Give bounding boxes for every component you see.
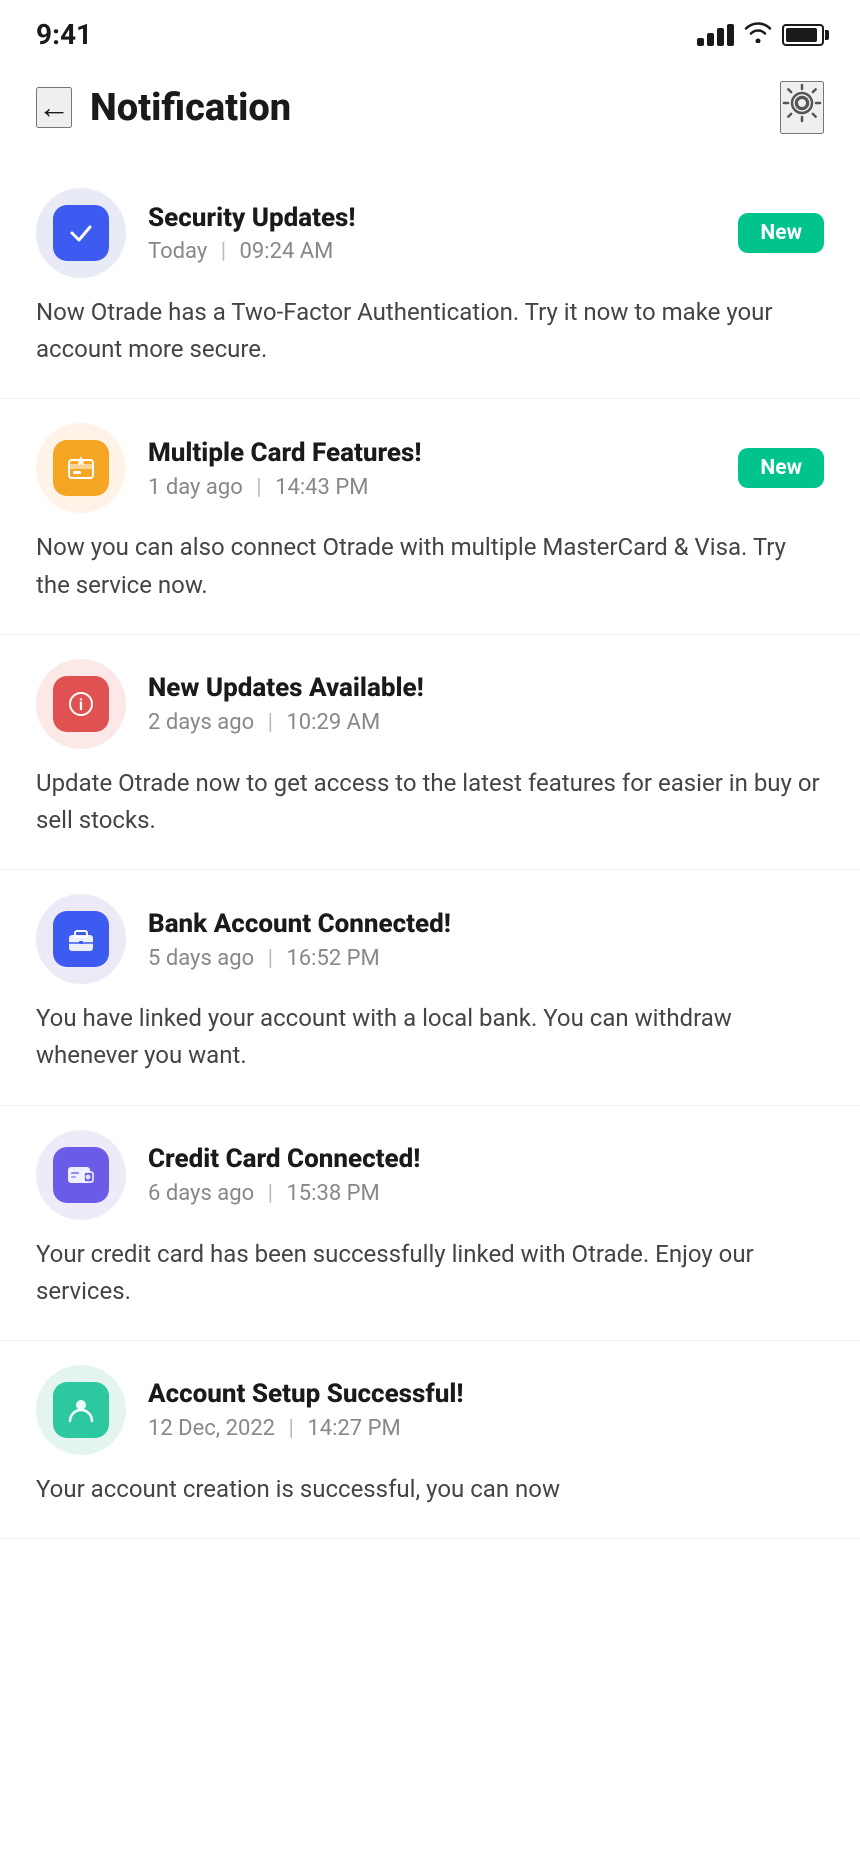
star-icon [53, 440, 109, 496]
notification-title: Credit Card Connected! [148, 1143, 420, 1177]
notification-time: Today | 09:24 AM [148, 239, 356, 264]
notification-icon-wrap [36, 1130, 126, 1220]
info-icon: i [53, 676, 109, 732]
notification-body: Now you can also connect Otrade with mul… [36, 529, 824, 603]
notification-icon-wrap [36, 423, 126, 513]
status-time: 9:41 [36, 18, 92, 51]
settings-button[interactable] [780, 81, 824, 134]
wallet-icon [53, 1147, 109, 1203]
battery-icon [782, 24, 824, 46]
header: ← Notification [0, 61, 860, 154]
notification-item[interactable]: Multiple Card Features! 1 day ago | 14:4… [0, 399, 860, 634]
notification-item[interactable]: Security Updates! Today | 09:24 AM New N… [0, 164, 860, 399]
notification-icon-wrap [36, 188, 126, 278]
notification-body: Your credit card has been successfully l… [36, 1236, 824, 1310]
notification-item[interactable]: Credit Card Connected! 6 days ago | 15:3… [0, 1106, 860, 1341]
notification-header: Credit Card Connected! 6 days ago | 15:3… [36, 1130, 824, 1220]
notification-item[interactable]: i New Updates Available! 2 days ago | 10… [0, 635, 860, 870]
notification-body: You have linked your account with a loca… [36, 1000, 824, 1074]
notification-item[interactable]: Account Setup Successful! 12 Dec, 2022 |… [0, 1341, 860, 1539]
notification-item[interactable]: Bank Account Connected! 5 days ago | 16:… [0, 870, 860, 1105]
wifi-icon [744, 21, 772, 49]
notification-header: Multiple Card Features! 1 day ago | 14:4… [36, 423, 824, 513]
header-left: ← Notification [36, 86, 291, 130]
back-button[interactable]: ← [36, 87, 72, 128]
status-icons [697, 21, 824, 49]
notification-time: 5 days ago | 16:52 PM [148, 946, 451, 971]
notification-header: Account Setup Successful! 12 Dec, 2022 |… [36, 1365, 824, 1455]
new-badge: New [738, 213, 824, 253]
user-icon [53, 1382, 109, 1438]
notification-icon-wrap [36, 894, 126, 984]
new-badge: New [738, 448, 824, 488]
notification-title: Multiple Card Features! [148, 437, 421, 471]
svg-text:i: i [79, 697, 83, 714]
notification-icon-wrap: i [36, 659, 126, 749]
notification-title: Bank Account Connected! [148, 908, 451, 942]
notification-body: Now Otrade has a Two-Factor Authenticati… [36, 294, 824, 368]
notification-time: 6 days ago | 15:38 PM [148, 1181, 420, 1206]
status-bar: 9:41 [0, 0, 860, 61]
notification-title: Account Setup Successful! [148, 1378, 464, 1412]
notification-title: Security Updates! [148, 202, 356, 236]
notification-time: 2 days ago | 10:29 AM [148, 710, 424, 735]
notification-header: i New Updates Available! 2 days ago | 10… [36, 659, 824, 749]
notification-body: Your account creation is successful, you… [36, 1471, 824, 1508]
notification-header: Security Updates! Today | 09:24 AM New [36, 188, 824, 278]
notification-body: Update Otrade now to get access to the l… [36, 765, 824, 839]
gear-icon [782, 83, 822, 132]
notification-list: Security Updates! Today | 09:24 AM New N… [0, 154, 860, 1579]
notification-icon-wrap [36, 1365, 126, 1455]
back-arrow-icon: ← [38, 89, 70, 126]
notification-time: 12 Dec, 2022 | 14:27 PM [148, 1416, 464, 1441]
notification-time: 1 day ago | 14:43 PM [148, 475, 421, 500]
notification-title: New Updates Available! [148, 672, 424, 706]
briefcase-icon [53, 911, 109, 967]
page-title: Notification [90, 86, 291, 130]
checkmark-icon [53, 205, 109, 261]
notification-header: Bank Account Connected! 5 days ago | 16:… [36, 894, 824, 984]
signal-icon [697, 24, 734, 46]
